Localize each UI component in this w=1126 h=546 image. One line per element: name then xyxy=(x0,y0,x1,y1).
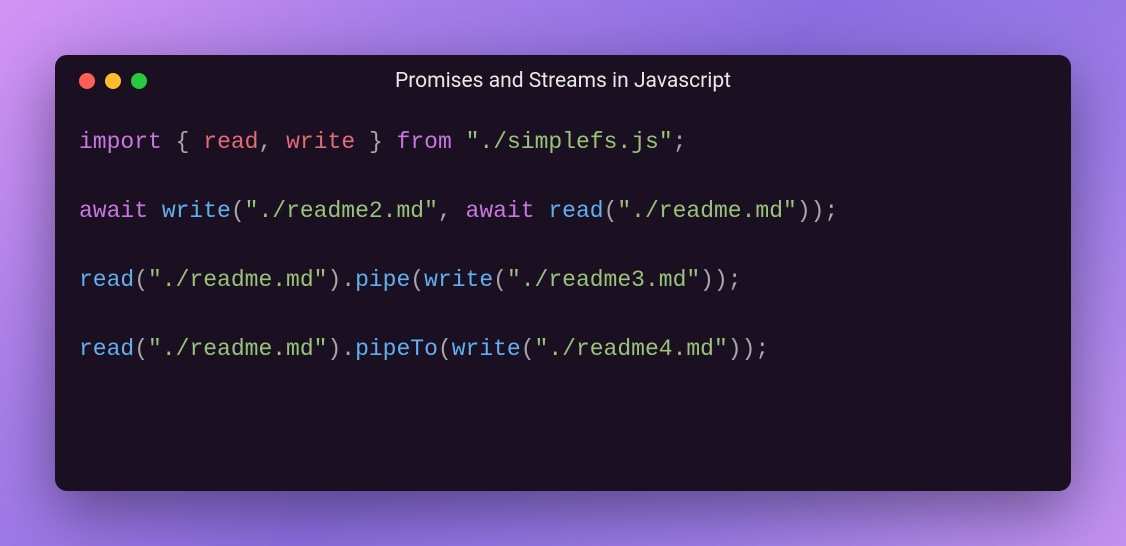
code-token-plain xyxy=(162,129,176,155)
code-token-punct: ( xyxy=(410,267,424,293)
code-token-string: "./readme3.md" xyxy=(507,267,700,293)
code-token-keyword: await xyxy=(466,198,535,224)
code-token-call: read xyxy=(79,267,134,293)
code-token-punct: ( xyxy=(493,267,507,293)
code-token-keyword: from xyxy=(397,129,452,155)
code-token-call: write xyxy=(162,198,231,224)
code-token-ident: write xyxy=(286,129,355,155)
code-token-string: "./simplefs.js" xyxy=(466,129,673,155)
traffic-lights xyxy=(79,73,147,89)
code-token-call: pipe xyxy=(355,267,410,293)
maximize-icon[interactable] xyxy=(131,73,147,89)
code-line: read("./readme.md").pipe(write("./readme… xyxy=(79,263,1047,298)
code-token-punct: { xyxy=(176,129,190,155)
code-token-plain xyxy=(272,129,286,155)
code-token-plain xyxy=(452,198,466,224)
code-line xyxy=(79,160,1047,195)
code-line: await write("./readme2.md", await read("… xyxy=(79,194,1047,229)
code-token-call: read xyxy=(548,198,603,224)
code-token-punct: ( xyxy=(521,336,535,362)
code-token-plain xyxy=(355,129,369,155)
code-token-punct: )); xyxy=(700,267,741,293)
code-token-plain xyxy=(535,198,549,224)
code-line: read("./readme.md").pipeTo(write("./read… xyxy=(79,332,1047,367)
code-token-call: write xyxy=(424,267,493,293)
code-token-plain xyxy=(452,129,466,155)
code-token-string: "./readme.md" xyxy=(617,198,796,224)
code-token-plain xyxy=(189,129,203,155)
code-token-punct: , xyxy=(438,198,452,224)
code-token-ident: read xyxy=(203,129,258,155)
code-token-punct: ( xyxy=(231,198,245,224)
code-token-keyword: await xyxy=(79,198,148,224)
close-icon[interactable] xyxy=(79,73,95,89)
code-token-call: read xyxy=(79,336,134,362)
code-token-punct: )); xyxy=(728,336,769,362)
code-token-punct: ; xyxy=(673,129,687,155)
code-token-punct: , xyxy=(258,129,272,155)
code-token-punct: ( xyxy=(134,336,148,362)
code-token-keyword: import xyxy=(79,129,162,155)
code-token-string: "./readme2.md" xyxy=(245,198,438,224)
code-token-string: "./readme.md" xyxy=(148,336,327,362)
code-token-plain xyxy=(383,129,397,155)
titlebar: Promises and Streams in Javascript xyxy=(55,55,1071,107)
code-line xyxy=(79,298,1047,333)
code-token-punct: ). xyxy=(327,267,355,293)
code-token-punct: ). xyxy=(327,336,355,362)
code-token-call: pipeTo xyxy=(355,336,438,362)
code-token-punct: ( xyxy=(604,198,618,224)
code-area[interactable]: import { read, write } from "./simplefs.… xyxy=(55,107,1071,385)
code-window: Promises and Streams in Javascript impor… xyxy=(55,55,1071,491)
window-title: Promises and Streams in Javascript xyxy=(79,69,1047,93)
code-token-punct: )); xyxy=(797,198,838,224)
code-token-punct: ( xyxy=(438,336,452,362)
code-line xyxy=(79,229,1047,264)
code-token-call: write xyxy=(452,336,521,362)
code-token-punct: ( xyxy=(134,267,148,293)
code-line: import { read, write } from "./simplefs.… xyxy=(79,125,1047,160)
code-token-string: "./readme.md" xyxy=(148,267,327,293)
code-token-plain xyxy=(148,198,162,224)
code-token-string: "./readme4.md" xyxy=(535,336,728,362)
minimize-icon[interactable] xyxy=(105,73,121,89)
code-token-punct: } xyxy=(369,129,383,155)
